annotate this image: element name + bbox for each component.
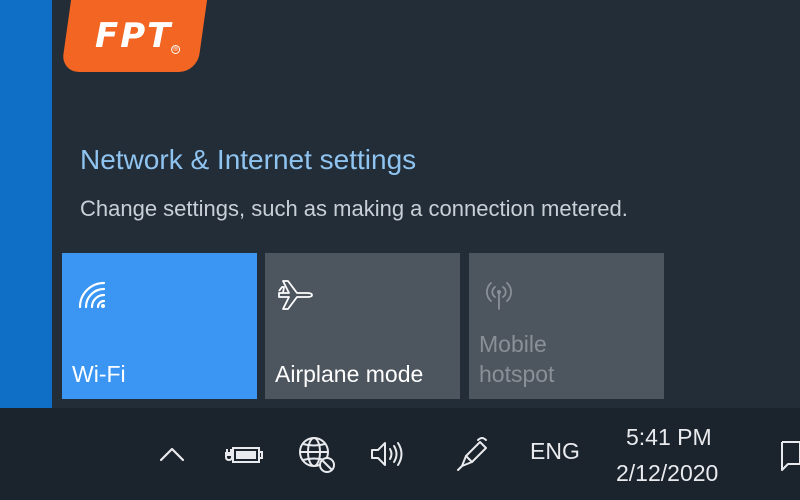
- pen-workspace-button[interactable]: [450, 408, 494, 500]
- network-globe-icon: [296, 434, 336, 474]
- screen: FPT ® Network & Internet settings Change…: [0, 0, 800, 500]
- taskbar: ENG 5:41 PM 2/12/2020: [0, 408, 800, 500]
- volume-tray-button[interactable]: [366, 408, 410, 500]
- airplane-icon: [275, 273, 315, 313]
- battery-icon: [223, 439, 265, 469]
- registered-mark: ®: [171, 45, 181, 54]
- wifi-icon: [72, 273, 112, 313]
- network-tray-button[interactable]: [294, 408, 338, 500]
- notification-icon: [776, 434, 800, 474]
- desktop-background: [0, 0, 52, 408]
- mobile-hotspot-tile[interactable]: Mobile hotspot: [469, 253, 664, 399]
- wifi-tile-label: Wi-Fi: [72, 361, 126, 387]
- chevron-up-icon: [158, 444, 186, 464]
- pen-icon: [452, 434, 492, 474]
- network-settings-link[interactable]: Network & Internet settings: [80, 144, 416, 176]
- clock-time[interactable]: 5:41 PM: [626, 424, 712, 451]
- logo-text: FPT: [95, 16, 173, 56]
- mobile-hotspot-label-line1: Mobile: [479, 331, 547, 357]
- airplane-mode-tile[interactable]: Airplane mode: [265, 253, 460, 399]
- volume-icon: [368, 438, 408, 470]
- input-language-indicator[interactable]: ENG: [530, 438, 580, 465]
- airplane-mode-label: Airplane mode: [275, 361, 424, 387]
- power-tray-button[interactable]: [222, 408, 266, 500]
- hotspot-icon: [479, 273, 519, 313]
- fpt-logo: FPT ®: [60, 0, 208, 72]
- mobile-hotspot-label: Mobile hotspot: [479, 329, 554, 389]
- action-center-button[interactable]: [776, 408, 800, 500]
- clock-date[interactable]: 2/12/2020: [616, 460, 718, 487]
- show-hidden-icons-button[interactable]: [152, 408, 192, 500]
- mobile-hotspot-label-line2: hotspot: [479, 361, 555, 387]
- network-settings-description: Change settings, such as making a connec…: [80, 196, 628, 221]
- wifi-tile[interactable]: Wi-Fi: [62, 253, 257, 399]
